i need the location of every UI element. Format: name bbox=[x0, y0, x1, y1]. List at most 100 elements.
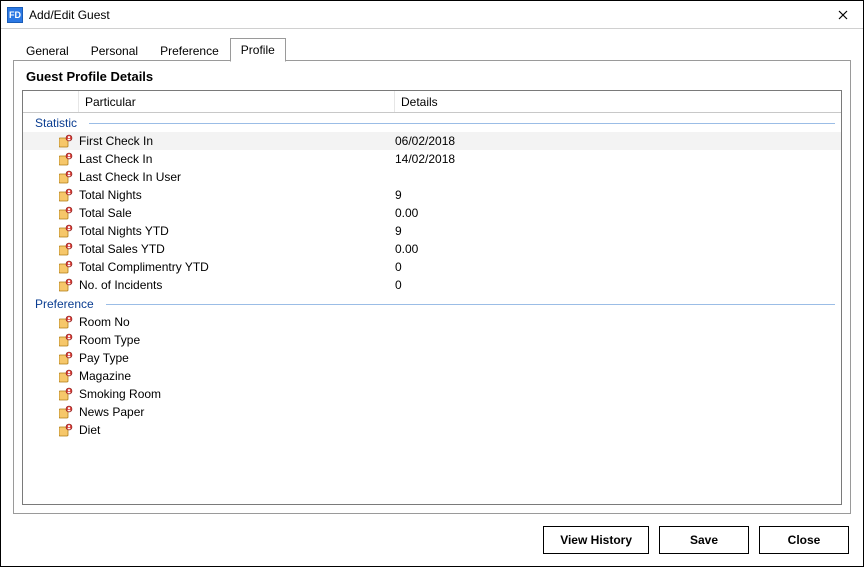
table-row[interactable]: Diet bbox=[23, 421, 841, 439]
row-particular: Total Nights bbox=[79, 188, 395, 202]
row-particular: News Paper bbox=[79, 405, 395, 419]
panel-title: Guest Profile Details bbox=[22, 67, 842, 90]
row-icon-cell bbox=[23, 369, 79, 383]
row-details: 0.00 bbox=[395, 206, 841, 220]
item-icon bbox=[59, 315, 73, 329]
close-button[interactable]: Close bbox=[759, 526, 849, 554]
row-icon-cell bbox=[23, 206, 79, 220]
table-row[interactable]: Room No bbox=[23, 313, 841, 331]
table-row[interactable]: News Paper bbox=[23, 403, 841, 421]
profile-grid: Particular Details StatisticFirst Check … bbox=[22, 90, 842, 505]
table-row[interactable]: Smoking Room bbox=[23, 385, 841, 403]
row-particular: Room No bbox=[79, 315, 395, 329]
row-details: 06/02/2018 bbox=[395, 134, 841, 148]
row-particular: Total Sales YTD bbox=[79, 242, 395, 256]
item-icon bbox=[59, 351, 73, 365]
row-icon-cell bbox=[23, 260, 79, 274]
window-body: GeneralPersonalPreferenceProfile Guest P… bbox=[1, 29, 863, 566]
tab-profile[interactable]: Profile bbox=[230, 38, 286, 62]
row-icon-cell bbox=[23, 315, 79, 329]
row-particular: Magazine bbox=[79, 369, 395, 383]
row-icon-cell bbox=[23, 351, 79, 365]
row-particular: Room Type bbox=[79, 333, 395, 347]
column-header-particular[interactable]: Particular bbox=[79, 91, 395, 112]
table-row[interactable]: Total Sale0.00 bbox=[23, 204, 841, 222]
group-header-statistic: Statistic bbox=[23, 113, 841, 132]
row-icon-cell bbox=[23, 278, 79, 292]
grid-body[interactable]: StatisticFirst Check In06/02/2018Last Ch… bbox=[23, 113, 841, 504]
row-particular: Total Sale bbox=[79, 206, 395, 220]
app-icon: FD bbox=[7, 7, 23, 23]
row-icon-cell bbox=[23, 224, 79, 238]
tab-general[interactable]: General bbox=[15, 39, 80, 62]
window-title: Add/Edit Guest bbox=[29, 8, 823, 22]
row-details: 0.00 bbox=[395, 242, 841, 256]
table-row[interactable]: Total Sales YTD0.00 bbox=[23, 240, 841, 258]
item-icon bbox=[59, 224, 73, 238]
table-row[interactable]: No. of Incidents0 bbox=[23, 276, 841, 294]
row-particular: Pay Type bbox=[79, 351, 395, 365]
row-icon-cell bbox=[23, 170, 79, 184]
item-icon bbox=[59, 387, 73, 401]
row-particular: Smoking Room bbox=[79, 387, 395, 401]
row-details: 9 bbox=[395, 224, 841, 238]
group-header-preference: Preference bbox=[23, 294, 841, 313]
item-icon bbox=[59, 134, 73, 148]
row-details: 9 bbox=[395, 188, 841, 202]
row-icon-cell bbox=[23, 242, 79, 256]
tab-personal[interactable]: Personal bbox=[80, 39, 149, 62]
table-row[interactable]: First Check In06/02/2018 bbox=[23, 132, 841, 150]
row-icon-cell bbox=[23, 333, 79, 347]
view-history-button[interactable]: View History bbox=[543, 526, 649, 554]
item-icon bbox=[59, 170, 73, 184]
group-header-line bbox=[89, 123, 835, 124]
group-header-label: Preference bbox=[35, 297, 94, 311]
row-icon-cell bbox=[23, 152, 79, 166]
row-particular: First Check In bbox=[79, 134, 395, 148]
group-header-label: Statistic bbox=[35, 116, 77, 130]
row-particular: Diet bbox=[79, 423, 395, 437]
row-particular: Last Check In bbox=[79, 152, 395, 166]
table-row[interactable]: Total Complimentry YTD0 bbox=[23, 258, 841, 276]
window-close-button[interactable] bbox=[823, 1, 863, 29]
item-icon bbox=[59, 369, 73, 383]
table-row[interactable]: Magazine bbox=[23, 367, 841, 385]
item-icon bbox=[59, 333, 73, 347]
row-icon-cell bbox=[23, 405, 79, 419]
save-button[interactable]: Save bbox=[659, 526, 749, 554]
row-particular: No. of Incidents bbox=[79, 278, 395, 292]
grid-header: Particular Details bbox=[23, 91, 841, 113]
tabs-row: GeneralPersonalPreferenceProfile bbox=[13, 37, 851, 61]
table-row[interactable]: Total Nights9 bbox=[23, 186, 841, 204]
row-icon-cell bbox=[23, 188, 79, 202]
title-bar: FD Add/Edit Guest bbox=[1, 1, 863, 29]
row-particular: Total Nights YTD bbox=[79, 224, 395, 238]
table-row[interactable]: Pay Type bbox=[23, 349, 841, 367]
column-header-details[interactable]: Details bbox=[395, 91, 823, 112]
item-icon bbox=[59, 188, 73, 202]
tab-preference[interactable]: Preference bbox=[149, 39, 230, 62]
row-details: 14/02/2018 bbox=[395, 152, 841, 166]
table-row[interactable]: Room Type bbox=[23, 331, 841, 349]
table-row[interactable]: Last Check In14/02/2018 bbox=[23, 150, 841, 168]
row-icon-cell bbox=[23, 387, 79, 401]
item-icon bbox=[59, 152, 73, 166]
item-icon bbox=[59, 423, 73, 437]
group-header-line bbox=[106, 304, 835, 305]
dialog-window: FD Add/Edit Guest GeneralPersonalPrefere… bbox=[0, 0, 864, 567]
table-row[interactable]: Total Nights YTD9 bbox=[23, 222, 841, 240]
table-row[interactable]: Last Check In User bbox=[23, 168, 841, 186]
item-icon bbox=[59, 405, 73, 419]
close-icon bbox=[838, 10, 848, 20]
dialog-button-row: View History Save Close bbox=[13, 514, 851, 554]
item-icon bbox=[59, 206, 73, 220]
column-header-icon bbox=[23, 91, 79, 112]
item-icon bbox=[59, 242, 73, 256]
tab-panel-profile: Guest Profile Details Particular Details… bbox=[13, 60, 851, 514]
row-particular: Total Complimentry YTD bbox=[79, 260, 395, 274]
row-details: 0 bbox=[395, 260, 841, 274]
row-icon-cell bbox=[23, 423, 79, 437]
row-details: 0 bbox=[395, 278, 841, 292]
row-particular: Last Check In User bbox=[79, 170, 395, 184]
item-icon bbox=[59, 260, 73, 274]
